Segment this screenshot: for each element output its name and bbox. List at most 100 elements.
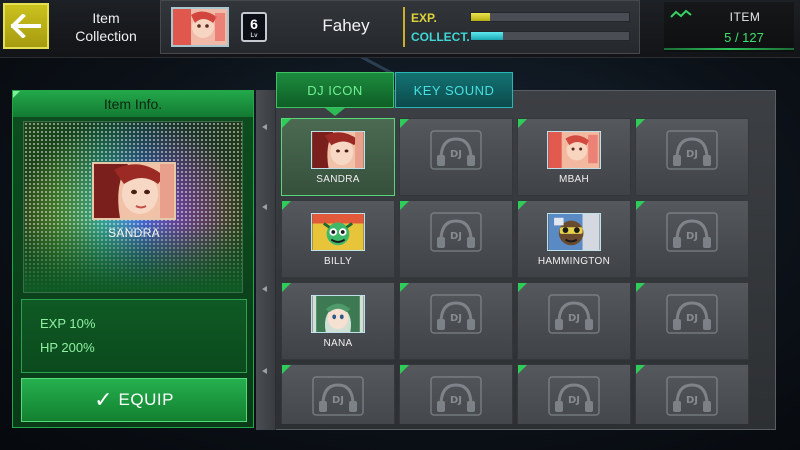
stat-exp: EXP 10% bbox=[40, 316, 96, 331]
grid-item-sandra[interactable]: SANDRA bbox=[281, 118, 395, 196]
corner-flag bbox=[400, 201, 409, 210]
svg-text:DJ: DJ bbox=[686, 313, 698, 324]
grid-item-locked[interactable]: DJ bbox=[635, 118, 749, 196]
equip-button[interactable]: ✓ EQUIP bbox=[21, 378, 247, 422]
level-suffix: Lv bbox=[250, 33, 258, 39]
page-title: Item Collection bbox=[75, 10, 137, 44]
rail-marker-icon bbox=[262, 368, 267, 374]
corner-flag bbox=[636, 119, 645, 128]
grid-item-label: BILLY bbox=[324, 256, 352, 267]
headphones-dj-icon: DJ bbox=[429, 129, 483, 171]
headphones-dj-icon: DJ bbox=[547, 293, 601, 335]
equip-label: EQUIP bbox=[118, 390, 174, 409]
level-badge: 6 Lv bbox=[241, 12, 267, 42]
grid-item-label: HAMMINGTON bbox=[537, 256, 611, 267]
corner-flag bbox=[518, 365, 527, 374]
headphones-dj-icon: DJ bbox=[665, 293, 719, 335]
level-number: 6 bbox=[250, 16, 258, 32]
svg-text:DJ: DJ bbox=[450, 395, 462, 406]
collection-scroll-rail[interactable] bbox=[256, 90, 276, 430]
collect-bar bbox=[470, 31, 630, 41]
headphones-dj-icon: DJ bbox=[547, 375, 601, 417]
corner-flag bbox=[400, 119, 409, 128]
svg-text:DJ: DJ bbox=[568, 313, 580, 324]
active-tab-pointer-icon bbox=[325, 108, 345, 116]
selected-item-name: SANDRA bbox=[108, 226, 160, 240]
grid-item-locked[interactable]: DJ bbox=[517, 364, 631, 424]
headphones-dj-icon: DJ bbox=[665, 129, 719, 171]
headphones-dj-icon: DJ bbox=[665, 211, 719, 253]
arrow-left-icon bbox=[11, 14, 41, 38]
grid-item-hammington[interactable]: HAMMINGTON bbox=[517, 200, 631, 278]
svg-text:DJ: DJ bbox=[686, 395, 698, 406]
svg-text:DJ: DJ bbox=[450, 149, 462, 160]
player-name: Fahey bbox=[322, 16, 370, 35]
tab-dj-icon[interactable]: DJ ICON bbox=[276, 72, 394, 108]
mbah-thumbnail bbox=[547, 131, 601, 169]
avatar-art bbox=[173, 9, 227, 45]
item-counter: ITEM 5 / 127 bbox=[664, 2, 794, 52]
corner-flag bbox=[636, 201, 645, 210]
exp-bar-fill bbox=[471, 13, 490, 21]
checkmark-icon: ✓ bbox=[94, 387, 113, 412]
corner-flag bbox=[282, 119, 291, 128]
player-avatar[interactable] bbox=[171, 7, 229, 47]
sandra-thumbnail bbox=[311, 131, 365, 169]
rail-marker-icon bbox=[262, 286, 267, 292]
grid-item-billy[interactable]: BILLY bbox=[281, 200, 395, 278]
corner-flag bbox=[282, 283, 291, 292]
tab-key-sound[interactable]: KEY SOUND bbox=[395, 72, 513, 108]
dj-icon-grid: SANDRA DJ MBAH DJ BILLY DJ HAMMINGTON DJ NANA DJ D… bbox=[281, 118, 769, 424]
exp-bar bbox=[470, 12, 630, 22]
corner-flag bbox=[518, 283, 527, 292]
corner-flag bbox=[282, 201, 291, 210]
trend-line-icon bbox=[670, 9, 692, 18]
item-info-header: Item Info. bbox=[13, 91, 253, 117]
grid-item-label: MBAH bbox=[558, 174, 590, 185]
billy-thumbnail bbox=[311, 213, 365, 251]
grid-item-locked[interactable]: DJ bbox=[635, 364, 749, 424]
collect-label: COLLECT. bbox=[411, 30, 470, 44]
grid-item-mbah[interactable]: MBAH bbox=[517, 118, 631, 196]
svg-text:DJ: DJ bbox=[450, 313, 462, 324]
item-preview: SANDRA bbox=[23, 121, 243, 293]
item-info-title: Item Info. bbox=[103, 96, 163, 112]
grid-item-locked[interactable]: DJ bbox=[517, 282, 631, 360]
svg-text:DJ: DJ bbox=[450, 231, 462, 242]
hammington-thumbnail bbox=[547, 213, 601, 251]
exp-label: EXP. bbox=[411, 11, 437, 25]
svg-text:DJ: DJ bbox=[686, 149, 698, 160]
svg-text:DJ: DJ bbox=[568, 395, 580, 406]
nana-thumbnail bbox=[311, 295, 365, 333]
corner-flag bbox=[518, 201, 527, 210]
corner-flag bbox=[282, 365, 291, 374]
back-button[interactable] bbox=[3, 3, 49, 49]
collect-bar-fill bbox=[471, 32, 503, 40]
stat-hp: HP 200% bbox=[40, 340, 95, 355]
item-counter-value: 5 / 127 bbox=[724, 30, 764, 45]
grid-item-locked[interactable]: DJ bbox=[635, 200, 749, 278]
profile-panel: 6 Lv Fahey EXP. COLLECT. bbox=[160, 0, 640, 54]
rail-marker-icon bbox=[262, 124, 267, 130]
svg-text:DJ: DJ bbox=[332, 395, 344, 406]
corner-mark bbox=[13, 91, 20, 98]
item-info-panel: Item Info. SANDRA EXP 10% HP 200% ✓ EQUI… bbox=[12, 90, 254, 428]
grid-item-label: SANDRA bbox=[316, 174, 360, 185]
corner-flag bbox=[636, 365, 645, 374]
grid-item-locked[interactable]: DJ bbox=[399, 200, 513, 278]
headphones-dj-icon: DJ bbox=[429, 293, 483, 335]
item-stats: EXP 10% HP 200% bbox=[21, 299, 247, 373]
rail-marker-icon bbox=[262, 204, 267, 210]
grid-item-locked[interactable]: DJ bbox=[399, 364, 513, 424]
grid-item-locked[interactable]: DJ bbox=[281, 364, 395, 424]
headphones-dj-icon: DJ bbox=[665, 375, 719, 417]
grid-item-locked[interactable]: DJ bbox=[635, 282, 749, 360]
grid-item-nana[interactable]: NANA bbox=[281, 282, 395, 360]
headphones-dj-icon: DJ bbox=[311, 375, 365, 417]
grid-item-locked[interactable]: DJ bbox=[399, 282, 513, 360]
corner-flag bbox=[518, 119, 527, 128]
corner-flag bbox=[636, 283, 645, 292]
headphones-dj-icon: DJ bbox=[429, 211, 483, 253]
grid-item-locked[interactable]: DJ bbox=[399, 118, 513, 196]
preview-portrait bbox=[92, 162, 176, 220]
